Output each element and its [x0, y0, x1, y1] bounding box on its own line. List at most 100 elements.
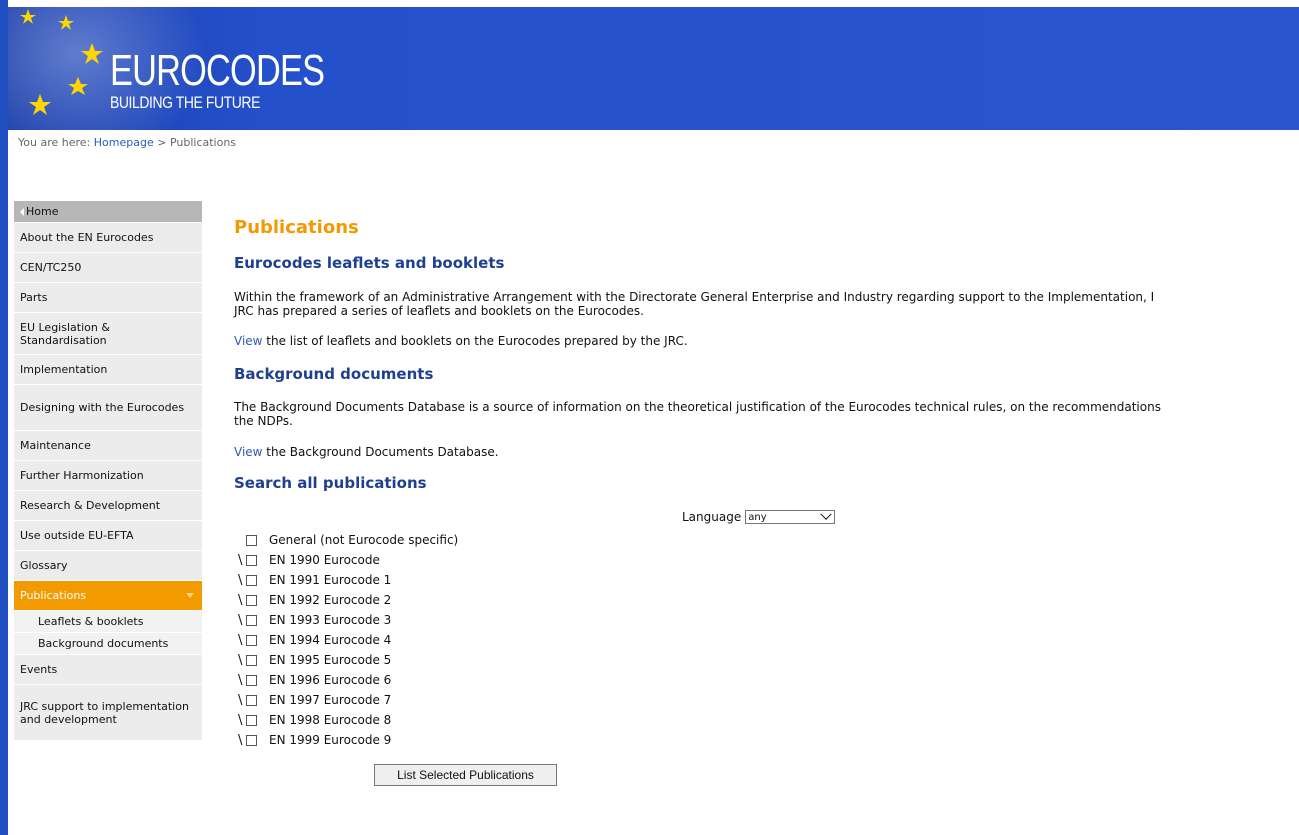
- eurocode-checkbox-list: General (not Eurocode specific) \ EN 1990…: [238, 530, 458, 750]
- sidebar-item-events[interactable]: Events: [14, 655, 202, 685]
- checkbox-row-en1996: \ EN 1996 Eurocode 6: [238, 670, 458, 690]
- sidebar-item-implementation[interactable]: Implementation: [14, 355, 202, 385]
- checkbox-row-en1994: \ EN 1994 Eurocode 4: [238, 630, 458, 650]
- sidebar-item-parts[interactable]: Parts: [14, 283, 202, 313]
- background-view-text: the Background Documents Database.: [262, 445, 499, 459]
- checkbox-label: EN 1994 Eurocode 4: [269, 633, 392, 647]
- checkbox-general[interactable]: [246, 534, 257, 546]
- indent-marker: \: [238, 672, 243, 688]
- sidebar-item-label: Further Harmonization: [20, 469, 144, 482]
- indent-marker: \: [238, 692, 243, 708]
- checkbox-row-en1997: \ EN 1997 Eurocode 7: [238, 690, 458, 710]
- indent-marker: \: [238, 612, 243, 628]
- list-selected-publications-button[interactable]: List Selected Publications: [374, 764, 557, 786]
- checkbox-en1997[interactable]: [246, 694, 257, 706]
- site-banner: EUROCODES BUILDING THE FUTURE: [8, 7, 1299, 130]
- language-select[interactable]: any: [745, 508, 836, 524]
- sidebar-item-use-outside[interactable]: Use outside EU-EFTA: [14, 521, 202, 551]
- sidebar-item-label: Maintenance: [20, 439, 91, 452]
- sidebar-item-maintenance[interactable]: Maintenance: [14, 431, 202, 461]
- sidebar-subitem-label: Leaflets & booklets: [38, 615, 144, 628]
- checkbox-label: EN 1998 Eurocode 8: [269, 713, 392, 727]
- sidebar-item-label: JRC support to implementation and develo…: [20, 699, 189, 726]
- checkbox-en1999[interactable]: [246, 734, 257, 746]
- checkbox-row-en1995: \ EN 1995 Eurocode 5: [238, 650, 458, 670]
- checkbox-en1990[interactable]: [246, 554, 257, 566]
- sidebar-item-label: Home: [26, 205, 59, 218]
- indent-marker: \: [238, 552, 243, 568]
- checkbox-en1991[interactable]: [246, 574, 257, 586]
- sidebar-item-eu-legislation[interactable]: EU Legislation & Standardisation: [14, 313, 202, 355]
- checkbox-en1994[interactable]: [246, 634, 257, 646]
- sidebar-item-label: Use outside EU-EFTA: [20, 529, 134, 542]
- leaflets-view-paragraph: View the list of leaflets and booklets o…: [234, 334, 688, 348]
- indent-marker: \: [238, 572, 243, 588]
- sidebar-item-cen-tc250[interactable]: CEN/TC250: [14, 253, 202, 283]
- background-view-link[interactable]: View: [234, 445, 262, 459]
- checkbox-label: EN 1996 Eurocode 6: [269, 673, 392, 687]
- sidebar-item-research[interactable]: Research & Development: [14, 491, 202, 521]
- breadcrumb: You are here: Homepage > Publications: [18, 136, 236, 149]
- checkbox-row-en1998: \ EN 1998 Eurocode 8: [238, 710, 458, 730]
- sidebar-item-about[interactable]: About the EN Eurocodes: [14, 223, 202, 253]
- checkbox-en1995[interactable]: [246, 654, 257, 666]
- checkbox-en1993[interactable]: [246, 614, 257, 626]
- section-heading-search: Search all publications: [234, 474, 427, 492]
- sidebar-item-label: EU Legislation & Standardisation: [20, 320, 110, 347]
- breadcrumb-home-link[interactable]: Homepage: [94, 136, 154, 149]
- left-edge-bar: [0, 0, 8, 835]
- checkbox-label: General (not Eurocode specific): [269, 533, 459, 547]
- checkbox-en1998[interactable]: [246, 714, 257, 726]
- sidebar-item-label: Glossary: [20, 559, 68, 572]
- leaflets-paragraph-line1: Within the framework of an Administrativ…: [234, 290, 1155, 304]
- sidebar-item-further-harmonization[interactable]: Further Harmonization: [14, 461, 202, 491]
- sidebar-item-home[interactable]: Home: [14, 201, 202, 223]
- indent-marker: \: [238, 732, 243, 748]
- site-logo-title[interactable]: EUROCODES: [110, 49, 325, 93]
- checkbox-row-en1992: \ EN 1992 Eurocode 2: [238, 590, 458, 610]
- sidebar-item-glossary[interactable]: Glossary: [14, 551, 202, 581]
- top-strip: [0, 0, 1299, 7]
- sidebar-subitem-leaflets[interactable]: Leaflets & booklets: [14, 611, 202, 633]
- checkbox-row-en1999: \ EN 1999 Eurocode 9: [238, 730, 458, 750]
- checkbox-row-en1993: \ EN 1993 Eurocode 3: [238, 610, 458, 630]
- indent-marker: \: [238, 632, 243, 648]
- sidebar-item-label: Parts: [20, 291, 48, 304]
- checkbox-row-general: General (not Eurocode specific): [238, 530, 458, 550]
- site-logo-subtitle: BUILDING THE FUTURE: [110, 93, 260, 112]
- language-label: Language: [682, 510, 742, 524]
- checkbox-en1996[interactable]: [246, 674, 257, 686]
- sidebar-item-label: Events: [20, 663, 58, 676]
- breadcrumb-separator: >: [157, 136, 167, 149]
- sidebar-item-publications[interactable]: Publications: [14, 581, 202, 611]
- indent-marker: \: [238, 652, 243, 668]
- sidebar-subitem-label: Background documents: [38, 637, 169, 650]
- leaflets-view-text: the list of leaflets and booklets on the…: [262, 334, 688, 348]
- sidebar-item-label: CEN/TC250: [20, 261, 82, 274]
- background-paragraph-line2: the NDPs.: [234, 414, 293, 428]
- checkbox-label: EN 1990 Eurocode: [269, 553, 380, 567]
- checkbox-label: EN 1999 Eurocode 9: [269, 733, 392, 747]
- checkbox-en1992[interactable]: [246, 594, 257, 606]
- sidebar-item-jrc-support[interactable]: JRC support to implementation and develo…: [14, 685, 202, 741]
- sidebar-item-designing[interactable]: Designing with the Eurocodes: [14, 385, 202, 431]
- section-heading-leaflets: Eurocodes leaflets and booklets: [234, 254, 505, 272]
- sidebar-item-label: Research & Development: [20, 499, 161, 512]
- section-heading-background: Background documents: [234, 365, 434, 383]
- page-title: Publications: [234, 217, 359, 238]
- chevron-down-icon: [186, 593, 194, 598]
- indent-marker: \: [238, 712, 243, 728]
- checkbox-row-en1990: \ EN 1990 Eurocode: [238, 550, 458, 570]
- background-view-paragraph: View the Background Documents Database.: [234, 445, 499, 459]
- sidebar-item-label: About the EN Eurocodes: [20, 231, 154, 244]
- checkbox-row-en1991: \ EN 1991 Eurocode 1: [238, 570, 458, 590]
- sidebar-subitem-background[interactable]: Background documents: [14, 633, 202, 655]
- leaflets-view-link[interactable]: View: [234, 334, 262, 348]
- indent-marker: \: [238, 592, 243, 608]
- chevron-down-icon: [820, 508, 832, 520]
- leaflets-paragraph-line2: JRC has prepared a series of leaflets an…: [234, 304, 644, 318]
- language-selected-value: any: [748, 511, 767, 523]
- checkbox-label: EN 1993 Eurocode 3: [269, 613, 392, 627]
- language-filter: Language any: [682, 508, 836, 524]
- checkbox-label: EN 1992 Eurocode 2: [269, 593, 392, 607]
